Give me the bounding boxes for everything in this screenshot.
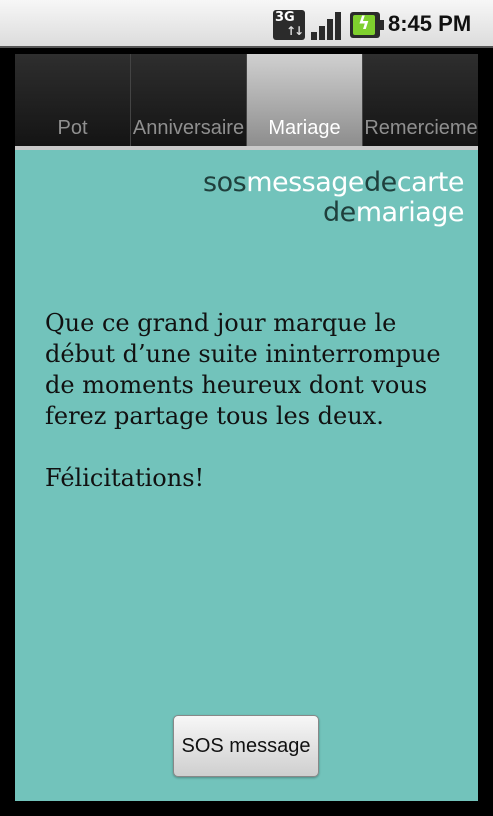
tab-pot[interactable]: Pot: [15, 54, 131, 146]
status-clock: 8:45 PM: [388, 11, 472, 36]
brand-word: mariage: [355, 197, 465, 228]
brand-line-2: demariage: [203, 197, 465, 228]
tab-mariage[interactable]: Mariage: [247, 54, 363, 146]
3g-data-icon: 3G ↑↓: [273, 10, 305, 40]
tab-label: Anniversaire: [132, 117, 245, 139]
status-bar: 3G ↑↓ ϟ 8:45 PM: [0, 0, 493, 48]
battery-charging-icon: ϟ: [350, 12, 384, 38]
bottom-frame: [0, 801, 493, 816]
tab-label: Mariage: [268, 117, 341, 139]
content-panel: sosmessagedecarte demariage Que ce grand…: [15, 150, 478, 801]
tab-remerciements[interactable]: Remercieme: [363, 54, 478, 146]
tab-label: Remercieme: [364, 117, 478, 139]
brand-line-1: sosmessagedecarte: [203, 168, 464, 198]
tab-anniversaire[interactable]: Anniversaire: [131, 54, 247, 146]
brand-word: message: [246, 167, 365, 198]
brand-word: de: [323, 197, 356, 228]
card-message: Que ce grand jour marque le début d’une …: [45, 309, 441, 492]
brand-logo: sosmessagedecarte demariage: [203, 168, 464, 228]
network-type-label: 3G: [275, 10, 295, 25]
signal-strength-icon: [311, 10, 343, 40]
tab-bar: Pot Anniversaire Mariage Remercieme: [15, 54, 478, 146]
brand-word: de: [364, 167, 397, 198]
sos-message-button[interactable]: SOS message: [173, 715, 319, 777]
brand-word: carte: [396, 167, 465, 198]
tab-label: Pot: [57, 117, 88, 139]
brand-word: sos: [203, 167, 247, 198]
